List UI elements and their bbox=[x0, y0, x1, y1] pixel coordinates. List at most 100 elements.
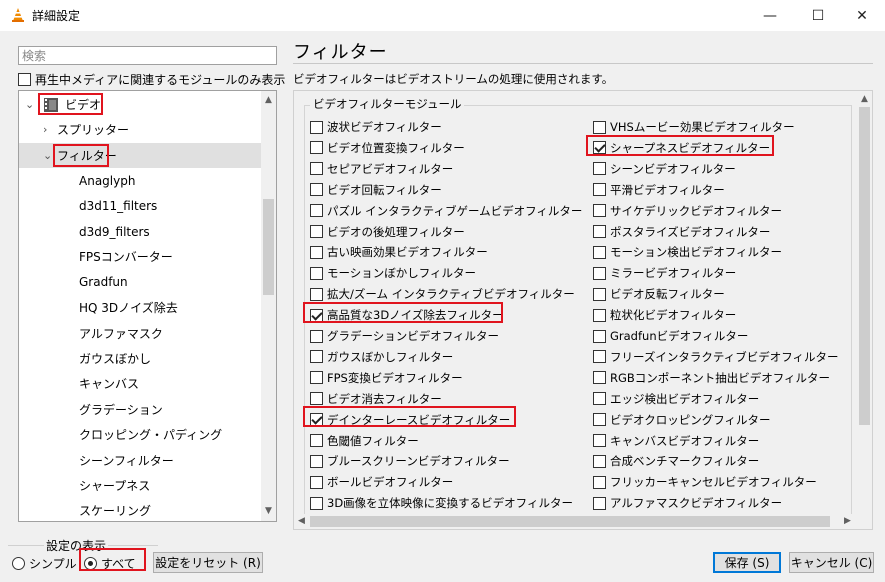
filter-checkbox[interactable]: シーンビデオフィルター bbox=[593, 160, 736, 178]
filter-checkbox[interactable]: ビデオ位置変換フィルター bbox=[310, 139, 465, 157]
checkbox-box[interactable] bbox=[310, 350, 323, 364]
all-radio[interactable]: すべて bbox=[84, 555, 136, 572]
checkbox-box[interactable] bbox=[310, 162, 323, 176]
checkbox-box[interactable] bbox=[593, 287, 606, 301]
filter-checkbox[interactable]: ビデオ反転フィルター bbox=[593, 285, 725, 303]
filter-checkbox[interactable]: ブルースクリーンビデオフィルター bbox=[310, 452, 510, 470]
checkbox-box[interactable] bbox=[593, 225, 606, 238]
checkbox-box[interactable] bbox=[310, 266, 323, 280]
checkbox-box[interactable] bbox=[310, 434, 323, 447]
filter-checkbox[interactable]: ビデオ消去フィルター bbox=[310, 390, 442, 408]
filter-checkbox[interactable]: デインターレースビデオフィルター bbox=[310, 411, 510, 429]
filter-checkbox[interactable]: モーション検出ビデオフィルター bbox=[593, 243, 782, 261]
checkbox-box[interactable] bbox=[593, 496, 606, 510]
filter-checkbox[interactable]: ビデオクロッピングフィルター bbox=[593, 411, 771, 429]
checkbox-box[interactable] bbox=[310, 371, 323, 385]
save-button[interactable]: 保存 (S) bbox=[713, 552, 781, 573]
checkbox-box[interactable] bbox=[310, 392, 323, 406]
filter-checkbox[interactable]: ミラービデオフィルター bbox=[593, 264, 736, 282]
checkbox-box[interactable] bbox=[18, 73, 31, 86]
checkbox-box[interactable] bbox=[310, 141, 323, 155]
filter-checkbox[interactable]: キャンバスビデオフィルター bbox=[593, 432, 759, 450]
maximize-button[interactable]: ☐ bbox=[795, 0, 841, 31]
filter-checkbox[interactable]: Gradfunビデオフィルター bbox=[593, 327, 748, 345]
filter-checkbox[interactable]: フリッカーキャンセルビデオフィルター bbox=[593, 473, 817, 491]
filter-checkbox[interactable]: グラデーションビデオフィルター bbox=[310, 327, 499, 345]
checkbox-box[interactable] bbox=[593, 204, 606, 218]
filter-checkbox[interactable]: アルファマスクビデオフィルター bbox=[593, 494, 782, 512]
tree-item[interactable]: ⌄ ビデオ bbox=[19, 92, 262, 117]
checkbox-box[interactable] bbox=[310, 204, 323, 218]
tree-item[interactable]: グラデーション bbox=[19, 397, 262, 422]
filter-vscroll-thumb[interactable] bbox=[859, 107, 870, 425]
checkbox-box[interactable] bbox=[310, 413, 323, 427]
scroll-right-icon[interactable]: ▶ bbox=[840, 514, 855, 529]
chevron-down-icon[interactable]: ⌄ bbox=[43, 149, 57, 162]
filter-checkbox[interactable]: ビデオの後処理フィルター bbox=[310, 223, 465, 241]
tree-item[interactable]: Anaglyph bbox=[19, 168, 262, 193]
filter-checkbox[interactable]: VHSムービー効果ビデオフィルター bbox=[593, 118, 795, 136]
tree-item[interactable]: ガウスぼかし bbox=[19, 346, 262, 371]
checkbox-box[interactable] bbox=[593, 475, 606, 489]
checkbox-box[interactable] bbox=[593, 183, 606, 197]
tree-item[interactable]: シャープネス bbox=[19, 473, 262, 498]
radio-simple-circle[interactable] bbox=[12, 557, 25, 570]
simple-radio[interactable]: シンプル bbox=[12, 555, 77, 572]
filter-checkbox[interactable]: モーションぼかしフィルター bbox=[310, 264, 476, 282]
filter-horizontal-scrollbar[interactable]: ◀ ▶ bbox=[294, 514, 859, 529]
tree-item[interactable]: シーンフィルター bbox=[19, 448, 262, 473]
filter-checkbox[interactable]: フリーズインタラクティブビデオフィルター bbox=[593, 348, 839, 366]
filter-checkbox[interactable]: 高品質な3Dノイズ除去フィルター bbox=[310, 306, 504, 324]
filter-checkbox[interactable]: 古い映画効果ビデオフィルター bbox=[310, 243, 488, 261]
filter-checkbox[interactable]: サイケデリックビデオフィルター bbox=[593, 202, 782, 220]
checkbox-box[interactable] bbox=[310, 454, 323, 468]
filter-scroll-area[interactable]: ビデオフィルターモジュール ▲ ◀ ▶ 波状ビデオフィルター ビデオ位置変換フィル… bbox=[293, 90, 873, 530]
filter-checkbox[interactable]: 拡大/ズーム インタラクティブビデオフィルター bbox=[310, 285, 575, 303]
checkbox-box[interactable] bbox=[593, 308, 606, 322]
filter-hscroll-thumb[interactable] bbox=[310, 516, 830, 527]
tree-item[interactable]: d3d9_filters bbox=[19, 219, 262, 244]
tree-scroll-thumb[interactable] bbox=[263, 199, 274, 295]
filter-checkbox[interactable]: ポスタライズビデオフィルター bbox=[593, 223, 770, 241]
scroll-up-icon[interactable]: ▲ bbox=[857, 92, 872, 107]
scroll-up-icon[interactable]: ▲ bbox=[261, 93, 276, 108]
radio-all-circle[interactable] bbox=[84, 557, 97, 570]
checkbox-box[interactable] bbox=[593, 413, 606, 427]
cancel-button[interactable]: キャンセル (C) bbox=[789, 552, 874, 573]
checkbox-box[interactable] bbox=[310, 308, 323, 322]
checkbox-box[interactable] bbox=[593, 371, 606, 385]
tree-item[interactable]: キャンバス bbox=[19, 371, 262, 396]
checkbox-box[interactable] bbox=[593, 350, 606, 364]
filter-checkbox[interactable]: 色閾値フィルター bbox=[310, 432, 419, 450]
filter-checkbox[interactable]: ガウスぼかしフィルター bbox=[310, 348, 453, 366]
checkbox-box[interactable] bbox=[310, 329, 323, 343]
filter-checkbox[interactable]: エッジ検出ビデオフィルター bbox=[593, 390, 759, 408]
checkbox-box[interactable] bbox=[593, 245, 606, 259]
tree-item[interactable]: ⌄ フィルター bbox=[19, 142, 262, 168]
checkbox-box[interactable] bbox=[310, 496, 323, 510]
filter-checkbox[interactable]: セピアビデオフィルター bbox=[310, 160, 453, 178]
chevron-right-icon[interactable]: › bbox=[43, 123, 57, 136]
tree-item[interactable]: › スプリッター bbox=[19, 117, 262, 142]
checkbox-box[interactable] bbox=[310, 287, 323, 301]
checkbox-box[interactable] bbox=[310, 120, 323, 134]
chevron-down-icon[interactable]: ⌄ bbox=[25, 98, 39, 111]
tree-item[interactable]: FPSコンバーター bbox=[19, 244, 262, 269]
checkbox-box[interactable] bbox=[310, 245, 323, 259]
checkbox-box[interactable] bbox=[593, 120, 606, 134]
filter-checkbox[interactable]: 粒状化ビデオフィルター bbox=[593, 306, 736, 324]
filter-checkbox[interactable]: シャープネスビデオフィルター bbox=[593, 139, 770, 157]
filter-checkbox[interactable]: 波状ビデオフィルター bbox=[310, 118, 442, 136]
tree-item[interactable]: Gradfun bbox=[19, 270, 262, 295]
filter-checkbox[interactable]: 合成ベンチマークフィルター bbox=[593, 452, 759, 470]
filter-checkbox[interactable]: RGBコンポーネント抽出ビデオフィルター bbox=[593, 369, 830, 387]
filter-checkbox[interactable]: 3D画像を立体映像に変換するビデオフィルター bbox=[310, 494, 573, 512]
minimize-button[interactable]: — bbox=[747, 0, 793, 31]
filter-vertical-scrollbar[interactable]: ▲ bbox=[857, 91, 872, 515]
checkbox-box[interactable] bbox=[310, 225, 323, 238]
tree-item[interactable]: アルファマスク bbox=[19, 321, 262, 346]
checkbox-box[interactable] bbox=[593, 266, 606, 280]
filter-checkbox[interactable]: ビデオ回転フィルター bbox=[310, 181, 442, 199]
scroll-left-icon[interactable]: ◀ bbox=[294, 514, 309, 529]
checkbox-box[interactable] bbox=[593, 392, 606, 406]
